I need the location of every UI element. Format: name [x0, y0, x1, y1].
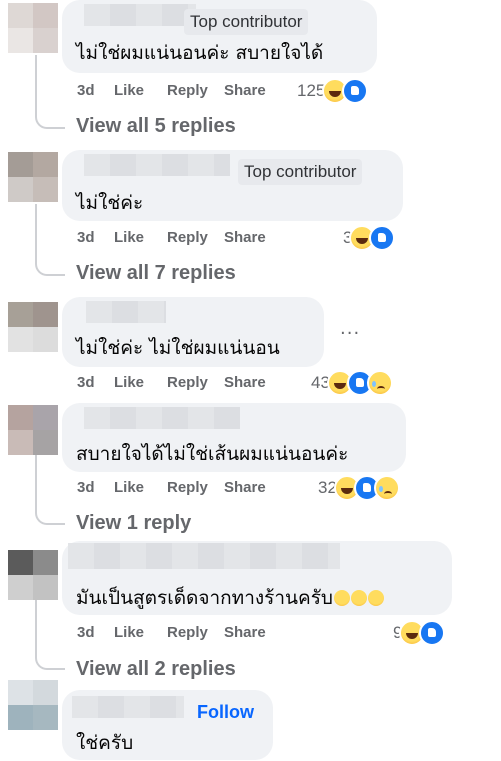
commenter-name-blurred[interactable] [84, 154, 230, 176]
follow-button[interactable]: Follow [197, 702, 254, 723]
rofl-emoji-icon [350, 590, 367, 606]
commenter-name-blurred[interactable] [72, 696, 184, 718]
thread-connector [35, 455, 65, 525]
reaction-summary[interactable]: 32 [318, 475, 400, 501]
comment-bubble: ไม่ใช่ค่ะ ไม่ใช่ผมแน่นอน [62, 297, 324, 367]
comment-actions: 3d Like Reply Share [77, 373, 266, 393]
view-replies-link[interactable]: View 1 reply [76, 512, 191, 535]
like-icon [419, 620, 446, 646]
like-button[interactable]: Like [114, 373, 167, 393]
comment-timestamp[interactable]: 3d [77, 373, 114, 393]
thread-connector [35, 204, 65, 276]
rofl-emoji-icon [367, 590, 384, 606]
reply-button[interactable]: Reply [167, 478, 224, 498]
like-button[interactable]: Like [114, 623, 167, 643]
like-button[interactable]: Like [114, 478, 167, 498]
share-button[interactable]: Share [224, 81, 266, 101]
sad-icon [366, 370, 393, 396]
reply-button[interactable]: Reply [167, 623, 224, 643]
view-replies-link[interactable]: View all 7 replies [76, 262, 236, 285]
commenter-name-blurred[interactable] [68, 543, 340, 569]
like-button[interactable]: Like [114, 228, 167, 248]
more-options-button[interactable]: ... [340, 318, 360, 339]
thread-connector [35, 55, 65, 129]
comment-actions: 3d Like Reply Share [77, 478, 266, 498]
sad-icon [373, 475, 400, 501]
like-icon [369, 225, 396, 251]
comment-timestamp[interactable]: 3d [77, 228, 114, 248]
reaction-summary[interactable]: 3 [343, 225, 396, 251]
comment-text: ใช่ครับ [76, 732, 134, 754]
comment-timestamp[interactable]: 3d [77, 478, 114, 498]
comment-text: มันเป็นสูตรเด็ดจากทางร้านครับ [76, 583, 384, 613]
commenter-name-blurred[interactable] [84, 407, 240, 429]
reaction-count: 125 [297, 81, 326, 100]
comment-actions: 3d Like Reply Share [77, 623, 266, 643]
like-icon [342, 78, 369, 104]
comment-actions: 3d Like Reply Share [77, 81, 266, 101]
view-replies-link[interactable]: View all 5 replies [76, 115, 236, 138]
share-button[interactable]: Share [224, 478, 266, 498]
thread-connector [35, 600, 65, 670]
commenter-name-blurred[interactable] [86, 301, 166, 323]
reaction-summary[interactable]: 43 [311, 370, 393, 396]
share-button[interactable]: Share [224, 228, 266, 248]
avatar[interactable] [8, 405, 58, 455]
view-replies-link[interactable]: View all 2 replies [76, 658, 236, 681]
avatar[interactable] [8, 3, 58, 53]
comment-actions: 3d Like Reply Share [77, 228, 266, 248]
comment-bubble: สบายใจได้ไม่ใช่เส้นผมแน่นอนค่ะ [62, 403, 406, 472]
avatar[interactable] [8, 302, 58, 352]
comment-timestamp[interactable]: 3d [77, 623, 114, 643]
commenter-name-blurred[interactable] [84, 4, 196, 26]
top-contributor-badge: Top contributor [184, 9, 309, 35]
comment-text: ไม่ใช่ค่ะ ไม่ใช่ผมแน่นอน [76, 337, 280, 359]
reply-button[interactable]: Reply [167, 81, 224, 101]
avatar[interactable] [8, 680, 58, 730]
top-contributor-badge: Top contributor [238, 159, 363, 185]
comment-text: สบายใจได้ไม่ใช่เส้นผมแน่นอนค่ะ [76, 443, 349, 465]
share-button[interactable]: Share [224, 623, 266, 643]
comment-bubble: มันเป็นสูตรเด็ดจากทางร้านครับ [62, 541, 452, 615]
comment-timestamp[interactable]: 3d [77, 81, 114, 101]
reaction-summary[interactable]: 125 [297, 78, 369, 104]
comment-text: ไม่ใช่ผมแน่นอนค่ะ สบายใจได้ [76, 42, 324, 64]
like-button[interactable]: Like [114, 81, 167, 101]
share-button[interactable]: Share [224, 373, 266, 393]
comment-bubble: Top contributor ไม่ใช่ผมแน่นอนค่ะ สบายใจ… [62, 0, 377, 73]
comment-text: ไม่ใช่ค่ะ [76, 192, 144, 214]
reaction-summary[interactable]: 9 [393, 620, 446, 646]
reply-button[interactable]: Reply [167, 228, 224, 248]
avatar[interactable] [8, 152, 58, 202]
rofl-emoji-icon [333, 590, 350, 606]
reply-button[interactable]: Reply [167, 373, 224, 393]
comment-text-body: มันเป็นสูตรเด็ดจากทางร้านครับ [76, 587, 333, 609]
comment-bubble: Top contributor ไม่ใช่ค่ะ [62, 150, 403, 221]
avatar[interactable] [8, 550, 58, 600]
comment-bubble: Follow ใช่ครับ [62, 690, 273, 760]
